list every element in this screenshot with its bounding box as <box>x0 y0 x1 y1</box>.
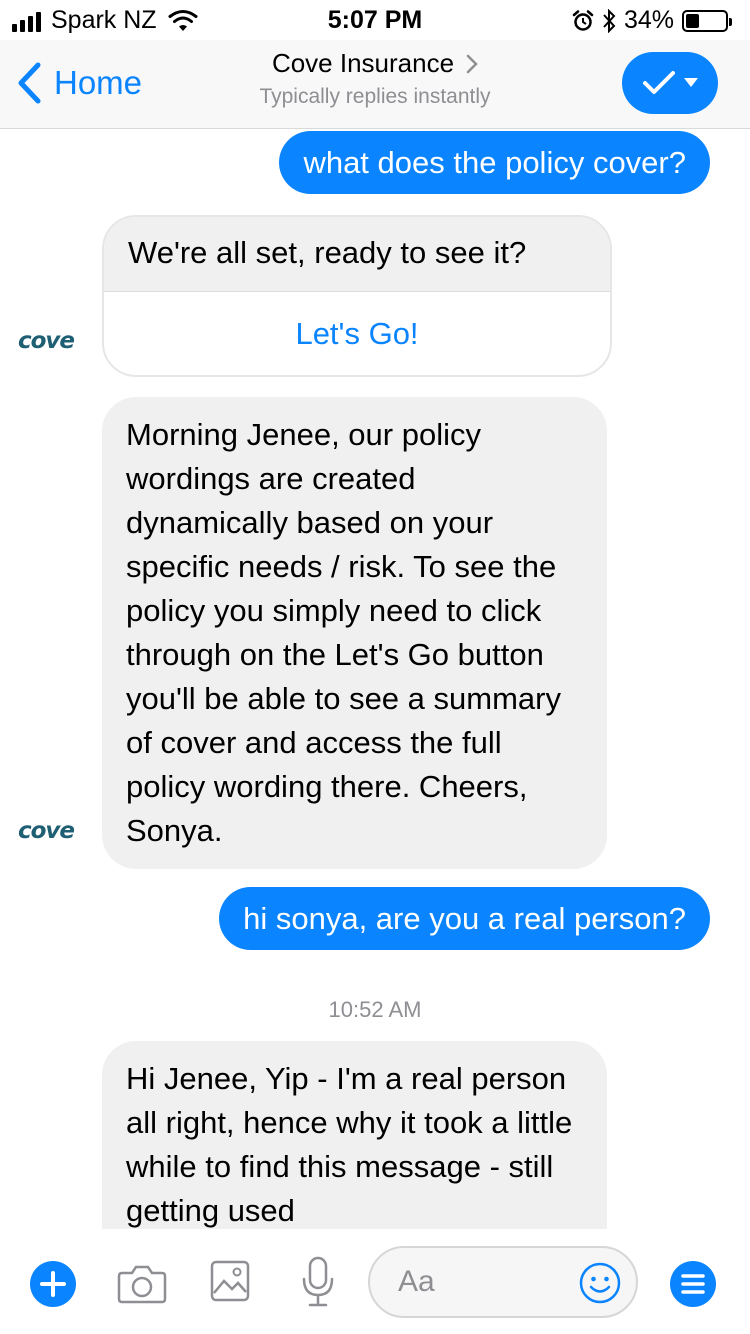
message-composer <box>0 1229 750 1334</box>
battery-percent: 34% <box>623 6 674 34</box>
bluetooth-icon <box>603 8 616 33</box>
cove-logo-text: cove <box>18 329 74 351</box>
cove-logo-avatar: cove <box>18 329 75 351</box>
emoji-icon[interactable] <box>578 1261 622 1305</box>
message-input-field[interactable] <box>368 1246 638 1318</box>
back-button[interactable]: Home <box>16 62 142 104</box>
cove-logo-avatar: cove <box>18 819 75 841</box>
conversation-title-row: Cove Insurance <box>272 48 478 79</box>
battery-fill <box>686 13 699 28</box>
battery-icon <box>682 9 732 32</box>
message-timestamp: 10:52 AM <box>328 997 422 1022</box>
outgoing-message[interactable]: hi sonya, are you a real person? <box>219 887 710 951</box>
check-icon <box>643 71 675 94</box>
microphone-icon[interactable] <box>300 1255 336 1309</box>
menu-icon <box>681 1274 705 1294</box>
chevron-right-icon <box>466 54 478 73</box>
message-input[interactable] <box>398 1262 568 1302</box>
status-right: 34% <box>572 6 732 35</box>
caret-down-icon <box>684 78 698 87</box>
image-icon[interactable] <box>210 1259 250 1303</box>
alarm-icon <box>572 9 594 31</box>
card-text: We're all set, ready to see it? <box>104 217 610 291</box>
outgoing-message[interactable]: what does the policy cover? <box>279 131 710 195</box>
cove-logo-text: cove <box>18 819 74 841</box>
manage-conversation-button[interactable] <box>622 52 718 114</box>
lets-go-button[interactable]: Let's Go! <box>104 291 610 375</box>
conversation-subtitle: Typically replies instantly <box>259 85 491 108</box>
add-button[interactable] <box>30 1261 76 1307</box>
menu-button[interactable] <box>670 1261 716 1307</box>
message-card: We're all set, ready to see it? Let's Go… <box>102 215 612 377</box>
conversation-title: Cove Insurance <box>271 48 455 78</box>
incoming-message[interactable]: Morning Jenee, our policy wordings are c… <box>102 397 607 869</box>
conversation-header[interactable]: Cove Insurance Typically replies instant… <box>150 48 600 109</box>
back-label: Home <box>54 64 143 101</box>
camera-icon[interactable] <box>116 1261 168 1305</box>
incoming-message[interactable]: Hi Jenee, Yip - I'm a real person all ri… <box>102 1041 607 1229</box>
messenger-screen: Spark NZ 5:07 PM 34% Home Cove Insurance… <box>0 0 750 1334</box>
plus-icon <box>40 1271 66 1297</box>
status-bar: Spark NZ 5:07 PM 34% <box>0 0 750 40</box>
message-thread[interactable]: what does the policy cover? We're all se… <box>0 129 750 1229</box>
chevron-left-icon <box>18 62 41 104</box>
nav-bar: Home Cove Insurance Typically replies in… <box>0 40 750 129</box>
